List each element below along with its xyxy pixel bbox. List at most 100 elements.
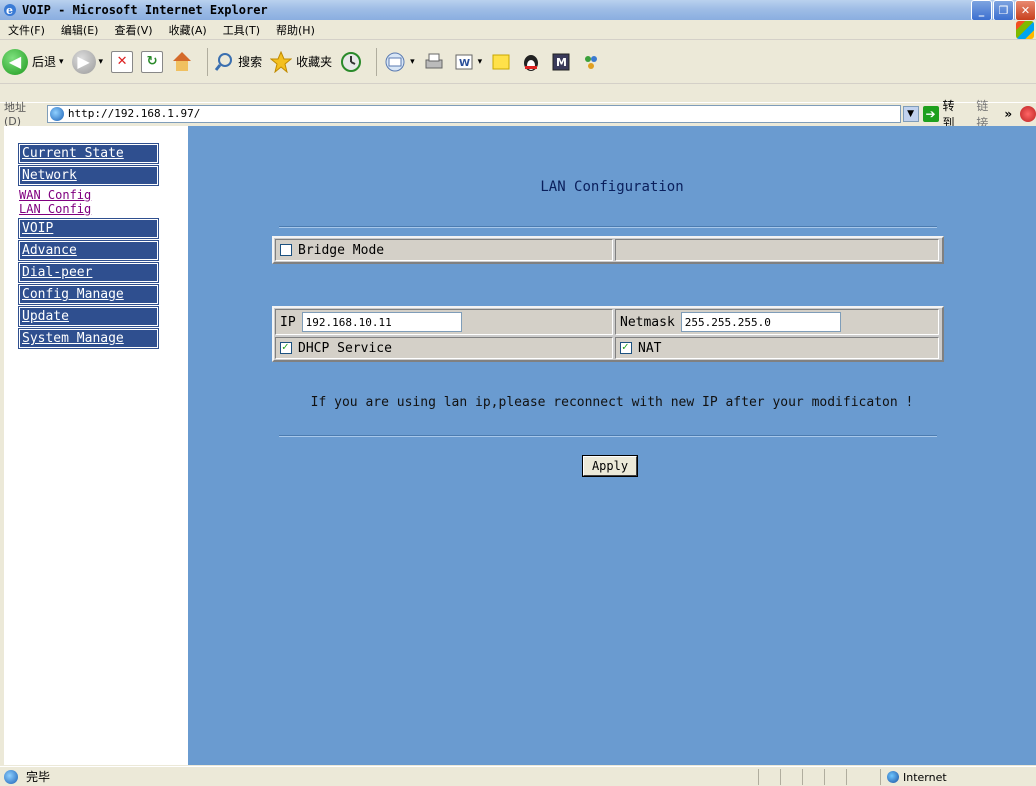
window-title: VOIP - Microsoft Internet Explorer [22,3,268,17]
status-pane [846,769,868,785]
discuss-button[interactable] [490,51,512,73]
windows-logo-icon [1016,21,1034,39]
bridge-mode-cell: Bridge Mode [275,239,613,261]
svg-text:e: e [6,4,13,17]
sidebar-item-current-state[interactable]: Current State [18,143,159,164]
netmask-label: Netmask [620,314,675,330]
favorites-label: 收藏夹 [296,55,333,69]
nat-label: NAT [638,340,662,356]
mail-icon [385,52,405,71]
qq-button[interactable] [520,51,542,73]
minimize-button[interactable]: _ [971,0,992,21]
web-page: Current State Network WAN Config LAN Con… [4,126,1036,765]
history-icon [341,51,362,72]
page-title: LAN Configuration [540,179,684,195]
nat-checkbox[interactable] [620,340,632,354]
dropdown-arrow-icon[interactable]: ▾ [410,57,415,67]
sidebar-item-system-manage[interactable]: System Manage [18,328,159,349]
back-button[interactable]: ◀ 后退 ▾ [2,48,64,75]
page-icon [49,106,64,121]
menu-favorites[interactable]: 收藏(A) [161,22,215,38]
globe-icon [887,771,899,783]
divider [279,435,937,437]
status-panes [758,769,868,785]
page-done-icon [4,769,18,784]
stop-button[interactable]: ✕ [111,50,134,73]
main-content: LAN Configuration Bridge Mode IP 192.168… [188,126,1036,765]
security-zone: Internet [880,769,1036,785]
zone-label: Internet [903,770,947,784]
toolbar: ◀ 后退 ▾ ▶ ▾ ✕ ↻ 搜索 收藏夹 ▾ W ▾ M [0,40,1036,84]
status-bar: 完毕 Internet [0,766,1036,786]
back-label: 后退 [32,55,57,69]
research-button[interactable]: M [550,51,572,73]
sidebar-item-dial-peer[interactable]: Dial-peer [18,262,159,283]
dropdown-arrow-icon[interactable]: ▾ [59,57,64,67]
ip-input[interactable]: 192.168.10.11 [301,312,462,332]
printer-icon [425,53,443,68]
sidebar-item-advance[interactable]: Advance [18,240,159,261]
research-icon: M [552,53,570,70]
refresh-button[interactable]: ↻ [141,50,164,73]
close-button[interactable]: ✕ [1015,0,1036,21]
favorites-button[interactable]: 收藏夹 [270,50,333,73]
menu-edit[interactable]: 编辑(E) [53,22,107,38]
search-button[interactable]: 搜索 [214,52,262,72]
svg-text:M: M [556,56,567,69]
addon-icon[interactable] [1020,105,1036,122]
dropdown-arrow-icon[interactable]: ▾ [99,57,104,67]
dropdown-arrow-icon[interactable]: ▾ [478,57,483,67]
restore-button[interactable]: ❐ [993,0,1014,21]
sidebar-item-lan-config[interactable]: LAN Config [19,202,188,216]
window-titlebar: e VOIP - Microsoft Internet Explorer _ ❐… [0,0,1036,21]
reconnect-note: If you are using lan ip,please reconnect… [310,395,914,410]
home-button[interactable] [171,51,193,72]
address-dropdown-icon[interactable]: ▼ [902,105,919,122]
home-icon [171,51,193,72]
empty-cell [615,239,939,261]
sidebar-item-update[interactable]: Update [18,306,159,327]
chevron-right-icon[interactable]: » [1004,107,1012,121]
status-text: 完毕 [26,770,51,784]
print-button[interactable] [423,51,445,73]
sidebar-item-voip[interactable]: VOIP [18,218,159,239]
netmask-input[interactable]: 255.255.255.0 [680,312,841,332]
edit-button[interactable]: W ▾ [453,51,483,73]
menu-help[interactable]: 帮助(H) [268,22,323,38]
search-icon [214,52,233,71]
mail-button[interactable]: ▾ [383,51,415,73]
back-arrow-icon: ◀ [2,48,28,75]
apply-button[interactable]: Apply [582,455,638,477]
refresh-icon: ↻ [141,50,164,73]
sidebar: Current State Network WAN Config LAN Con… [4,126,188,765]
netmask-cell: Netmask 255.255.255.0 [615,309,939,335]
menu-file[interactable]: 文件(F) [0,22,53,38]
qq-penguin-icon [524,54,539,71]
go-arrow-icon[interactable]: ➔ [922,105,939,122]
address-url: http://192.168.1.97/ [67,107,201,120]
menu-tools[interactable]: 工具(T) [215,22,268,38]
messenger-icon [585,55,598,69]
messenger-button[interactable] [580,51,602,73]
search-label: 搜索 [238,55,263,69]
address-input[interactable]: http://192.168.1.97/ [46,104,901,123]
note-icon [492,54,510,69]
history-button[interactable] [340,51,362,73]
bridge-mode-label: Bridge Mode [298,242,385,258]
sidebar-item-wan-config[interactable]: WAN Config [19,188,188,202]
sidebar-item-network[interactable]: Network [18,165,159,186]
word-icon: W [455,54,473,69]
menu-bar: 文件(F) 编辑(E) 查看(V) 收藏(A) 工具(T) 帮助(H) [0,20,1036,40]
divider [279,226,937,228]
status-pane [824,769,846,785]
star-icon [270,50,293,73]
toolbar-separator [207,47,209,76]
forward-button[interactable]: ▶ ▾ [71,49,104,74]
dhcp-label: DHCP Service [298,340,392,356]
bridge-mode-checkbox[interactable] [280,244,292,256]
menu-view[interactable]: 查看(V) [106,22,160,38]
address-label: 地址(D) [4,101,26,128]
sidebar-item-config-manage[interactable]: Config Manage [18,284,159,305]
dhcp-checkbox[interactable] [280,340,292,354]
ip-cell: IP 192.168.10.11 [275,309,613,335]
